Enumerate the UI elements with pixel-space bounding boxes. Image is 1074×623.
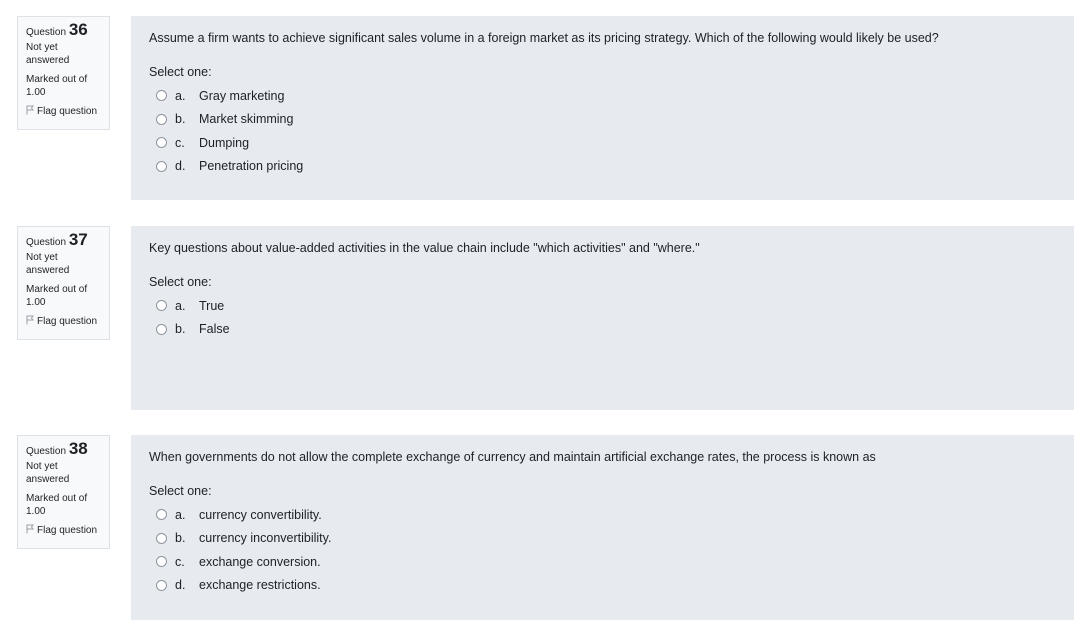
option-text: True — [199, 298, 225, 313]
radio-button[interactable] — [156, 300, 167, 312]
radio-button[interactable] — [156, 137, 167, 149]
question-content: Assume a firm wants to achieve significa… — [131, 16, 1074, 200]
radio-button[interactable] — [156, 113, 167, 125]
answer-option-a[interactable]: a. True — [156, 294, 1056, 318]
question-info: Question 36 Not yet answered Marked out … — [17, 16, 110, 130]
flag-icon — [26, 524, 35, 538]
question-content: When governments do not allow the comple… — [131, 435, 1074, 620]
select-one-prompt: Select one: — [149, 484, 212, 498]
answer-options: a. Gray marketing b. Market skimming c. … — [156, 84, 1056, 178]
answer-option-b[interactable]: b. False — [156, 318, 1056, 342]
question-grade: Marked out of 1.00 — [26, 493, 88, 517]
option-letter: b. — [175, 322, 186, 337]
option-letter: a. — [175, 88, 186, 103]
radio-button[interactable] — [156, 160, 167, 172]
option-letter: c. — [175, 554, 185, 569]
answer-option-b[interactable]: b. currency inconvertibility. — [156, 527, 1056, 551]
flag-icon — [26, 315, 35, 329]
option-text: Gray marketing — [199, 88, 285, 103]
answer-option-d[interactable]: d. exchange restrictions. — [156, 574, 1056, 598]
option-text: currency convertibility. — [199, 507, 322, 522]
question-number: 36 — [68, 20, 88, 39]
question-number-line: Question 37 — [26, 230, 101, 249]
flag-icon — [26, 105, 35, 119]
radio-button[interactable] — [156, 532, 167, 544]
flag-question-button[interactable]: Flag question — [26, 315, 101, 329]
select-one-prompt: Select one: — [149, 65, 212, 79]
answer-option-a[interactable]: a. currency convertibility. — [156, 503, 1056, 527]
option-letter: a. — [175, 507, 186, 522]
option-letter: d. — [175, 578, 186, 593]
question-text: Key questions about value-added activiti… — [149, 241, 700, 255]
answer-option-c[interactable]: c. Dumping — [156, 131, 1056, 155]
question-number: 38 — [68, 439, 88, 458]
answer-options: a. True b. False — [156, 294, 1056, 341]
question-label: Question — [26, 446, 67, 457]
option-text: exchange restrictions. — [199, 578, 321, 593]
radio-button[interactable] — [156, 323, 167, 335]
radio-button[interactable] — [156, 556, 167, 568]
radio-button[interactable] — [156, 90, 167, 102]
flag-label: Flag question — [37, 525, 98, 536]
radio-button[interactable] — [156, 579, 167, 591]
option-letter: a. — [175, 298, 186, 313]
question-text: Assume a firm wants to achieve significa… — [149, 31, 939, 45]
question-number-line: Question 36 — [26, 20, 101, 39]
question-grade: Marked out of 1.00 — [26, 74, 88, 98]
flag-label: Flag question — [37, 106, 98, 117]
question-state: Not yet answered — [26, 461, 70, 485]
question-label: Question — [26, 27, 67, 38]
question-info: Question 37 Not yet answered Marked out … — [17, 226, 110, 340]
answer-option-a[interactable]: a. Gray marketing — [156, 84, 1056, 108]
option-text: Penetration pricing — [199, 159, 304, 174]
option-text: False — [199, 322, 230, 337]
flag-label: Flag question — [37, 316, 98, 327]
option-text: exchange conversion. — [199, 554, 321, 569]
question-state: Not yet answered — [26, 252, 70, 276]
flag-question-button[interactable]: Flag question — [26, 105, 101, 119]
option-text: Market skimming — [199, 112, 294, 127]
flag-question-button[interactable]: Flag question — [26, 524, 101, 538]
question-number: 37 — [68, 230, 88, 249]
answer-option-c[interactable]: c. exchange conversion. — [156, 550, 1056, 574]
option-letter: d. — [175, 159, 186, 174]
question-info: Question 38 Not yet answered Marked out … — [17, 435, 110, 549]
question-grade: Marked out of 1.00 — [26, 284, 88, 308]
question-number-line: Question 38 — [26, 439, 101, 458]
question-content: Key questions about value-added activiti… — [131, 226, 1074, 410]
question-state: Not yet answered — [26, 42, 70, 66]
answer-option-b[interactable]: b. Market skimming — [156, 108, 1056, 132]
select-one-prompt: Select one: — [149, 275, 212, 289]
question-text: When governments do not allow the comple… — [149, 450, 876, 464]
option-letter: b. — [175, 531, 186, 546]
answer-options: a. currency convertibility. b. currency … — [156, 503, 1056, 597]
radio-button[interactable] — [156, 509, 167, 521]
question-label: Question — [26, 237, 67, 248]
option-text: Dumping — [199, 135, 250, 150]
answer-option-d[interactable]: d. Penetration pricing — [156, 155, 1056, 179]
option-text: currency inconvertibility. — [199, 531, 332, 546]
option-letter: c. — [175, 135, 185, 150]
option-letter: b. — [175, 112, 186, 127]
